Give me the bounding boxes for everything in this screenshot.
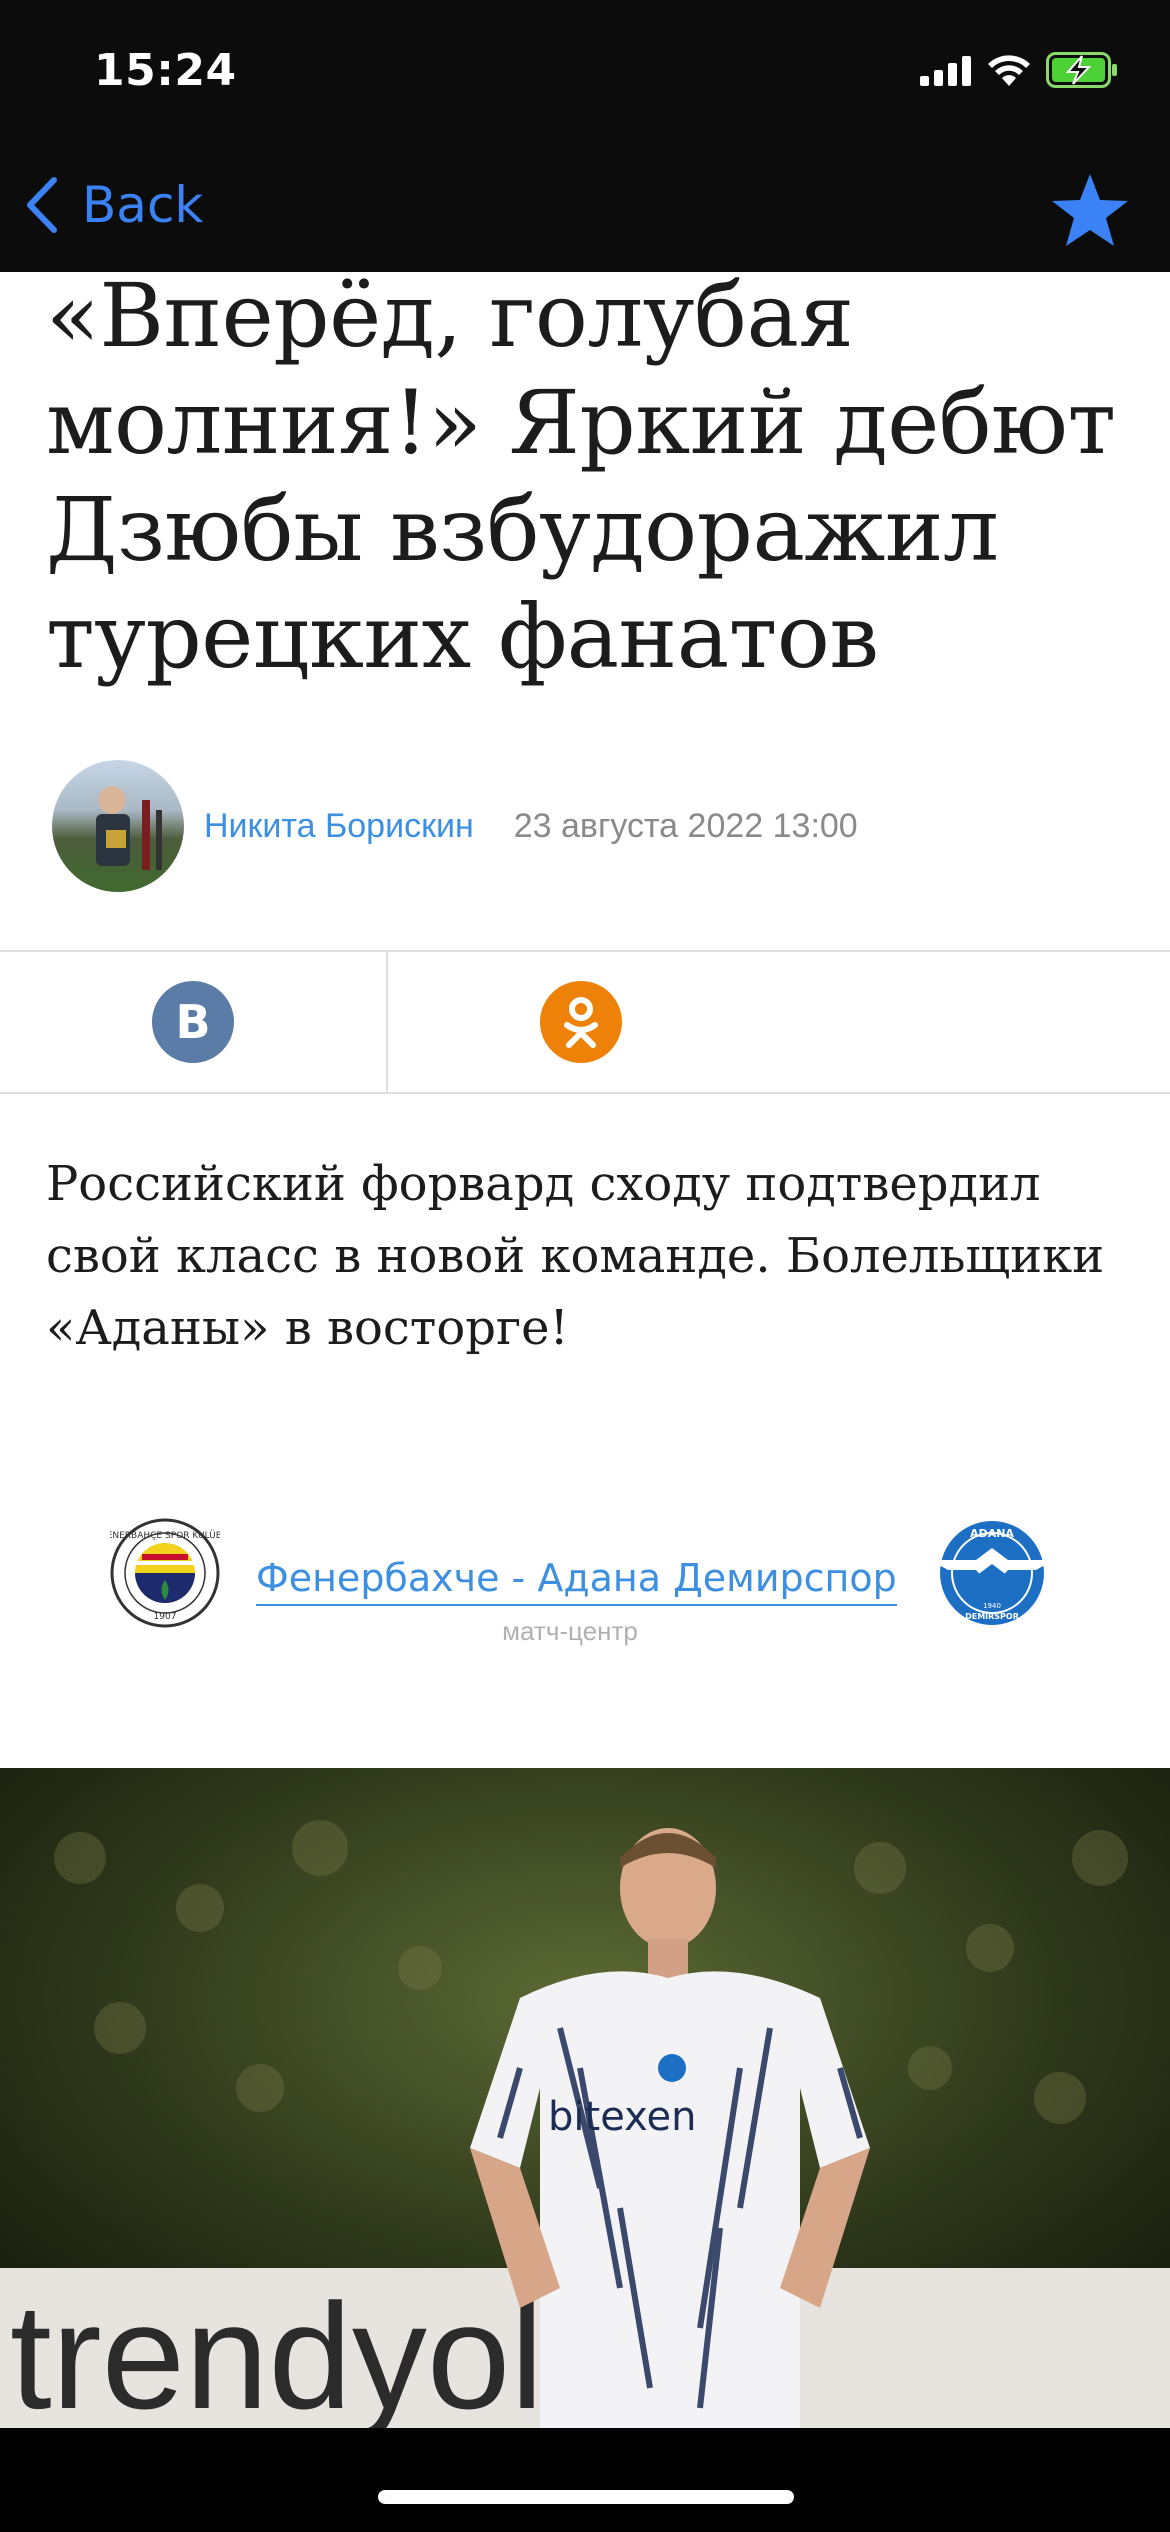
player-photo-illustration: trendyol bitexen <box>0 1768 1170 2428</box>
publish-date: 23 августа 2022 13:00 <box>513 806 858 845</box>
article-title: «Вперёд, голубая молния!» Яркий дебют Дз… <box>46 264 1116 688</box>
fenerbahce-logo[interactable]: FENERBAHÇE SPOR KULÜBÜ 1907 <box>110 1518 220 1628</box>
svg-text:DEMİRSPOR: DEMİRSPOR <box>965 1611 1019 1621</box>
match-center-label: матч-центр <box>502 1616 638 1646</box>
odnoklassniki-icon <box>540 981 622 1063</box>
back-label: Back <box>82 176 204 234</box>
share-bar: В <box>0 950 1170 1094</box>
share-ok-button[interactable] <box>388 952 774 1092</box>
home-indicator[interactable] <box>378 2490 794 2504</box>
chevron-left-icon <box>27 177 57 233</box>
svg-text:1907: 1907 <box>154 1612 177 1622</box>
match-widget[interactable]: FENERBAHÇE SPOR KULÜBÜ 1907 Фенербахче -… <box>0 1508 1170 1658</box>
nav-bar: Back <box>0 140 1170 272</box>
svg-text:FENERBAHÇE SPOR KULÜBÜ: FENERBAHÇE SPOR KULÜBÜ <box>110 1530 220 1541</box>
svg-text:bitexen: bitexen <box>548 2094 697 2140</box>
match-link[interactable]: Фенербахче - Адана Демирспор <box>256 1556 897 1606</box>
article-lead: Российский форвард сходу подтвердил свой… <box>46 1156 1105 1356</box>
author-avatar[interactable] <box>52 760 184 892</box>
author-name[interactable]: Никита Борискин <box>204 807 474 846</box>
status-icons <box>920 52 1118 88</box>
vk-icon: В <box>152 981 234 1063</box>
svg-text:ADANA: ADANA <box>970 1527 1014 1540</box>
article-photo: trendyol bitexen <box>0 1768 1170 2428</box>
share-vk-button[interactable]: В <box>0 952 386 1092</box>
signal-icon <box>920 56 971 86</box>
svg-text:trendyol: trendyol <box>10 2272 544 2428</box>
wifi-icon <box>988 55 1030 86</box>
favorite-star-icon[interactable] <box>1050 170 1130 250</box>
status-bar: 15:24 <box>0 0 1170 140</box>
battery-charging-icon <box>1046 52 1117 88</box>
back-button[interactable]: Back <box>24 170 203 240</box>
bottom-safe-area <box>0 2428 1170 2532</box>
status-time: 15:24 <box>94 45 237 96</box>
author-row: Никита Борискин 23 августа 2022 13:00 <box>52 758 858 894</box>
adana-demirspor-logo[interactable]: ADANA 1940 DEMİRSPOR <box>926 1518 1058 1628</box>
svg-text:1940: 1940 <box>983 1602 1001 1610</box>
